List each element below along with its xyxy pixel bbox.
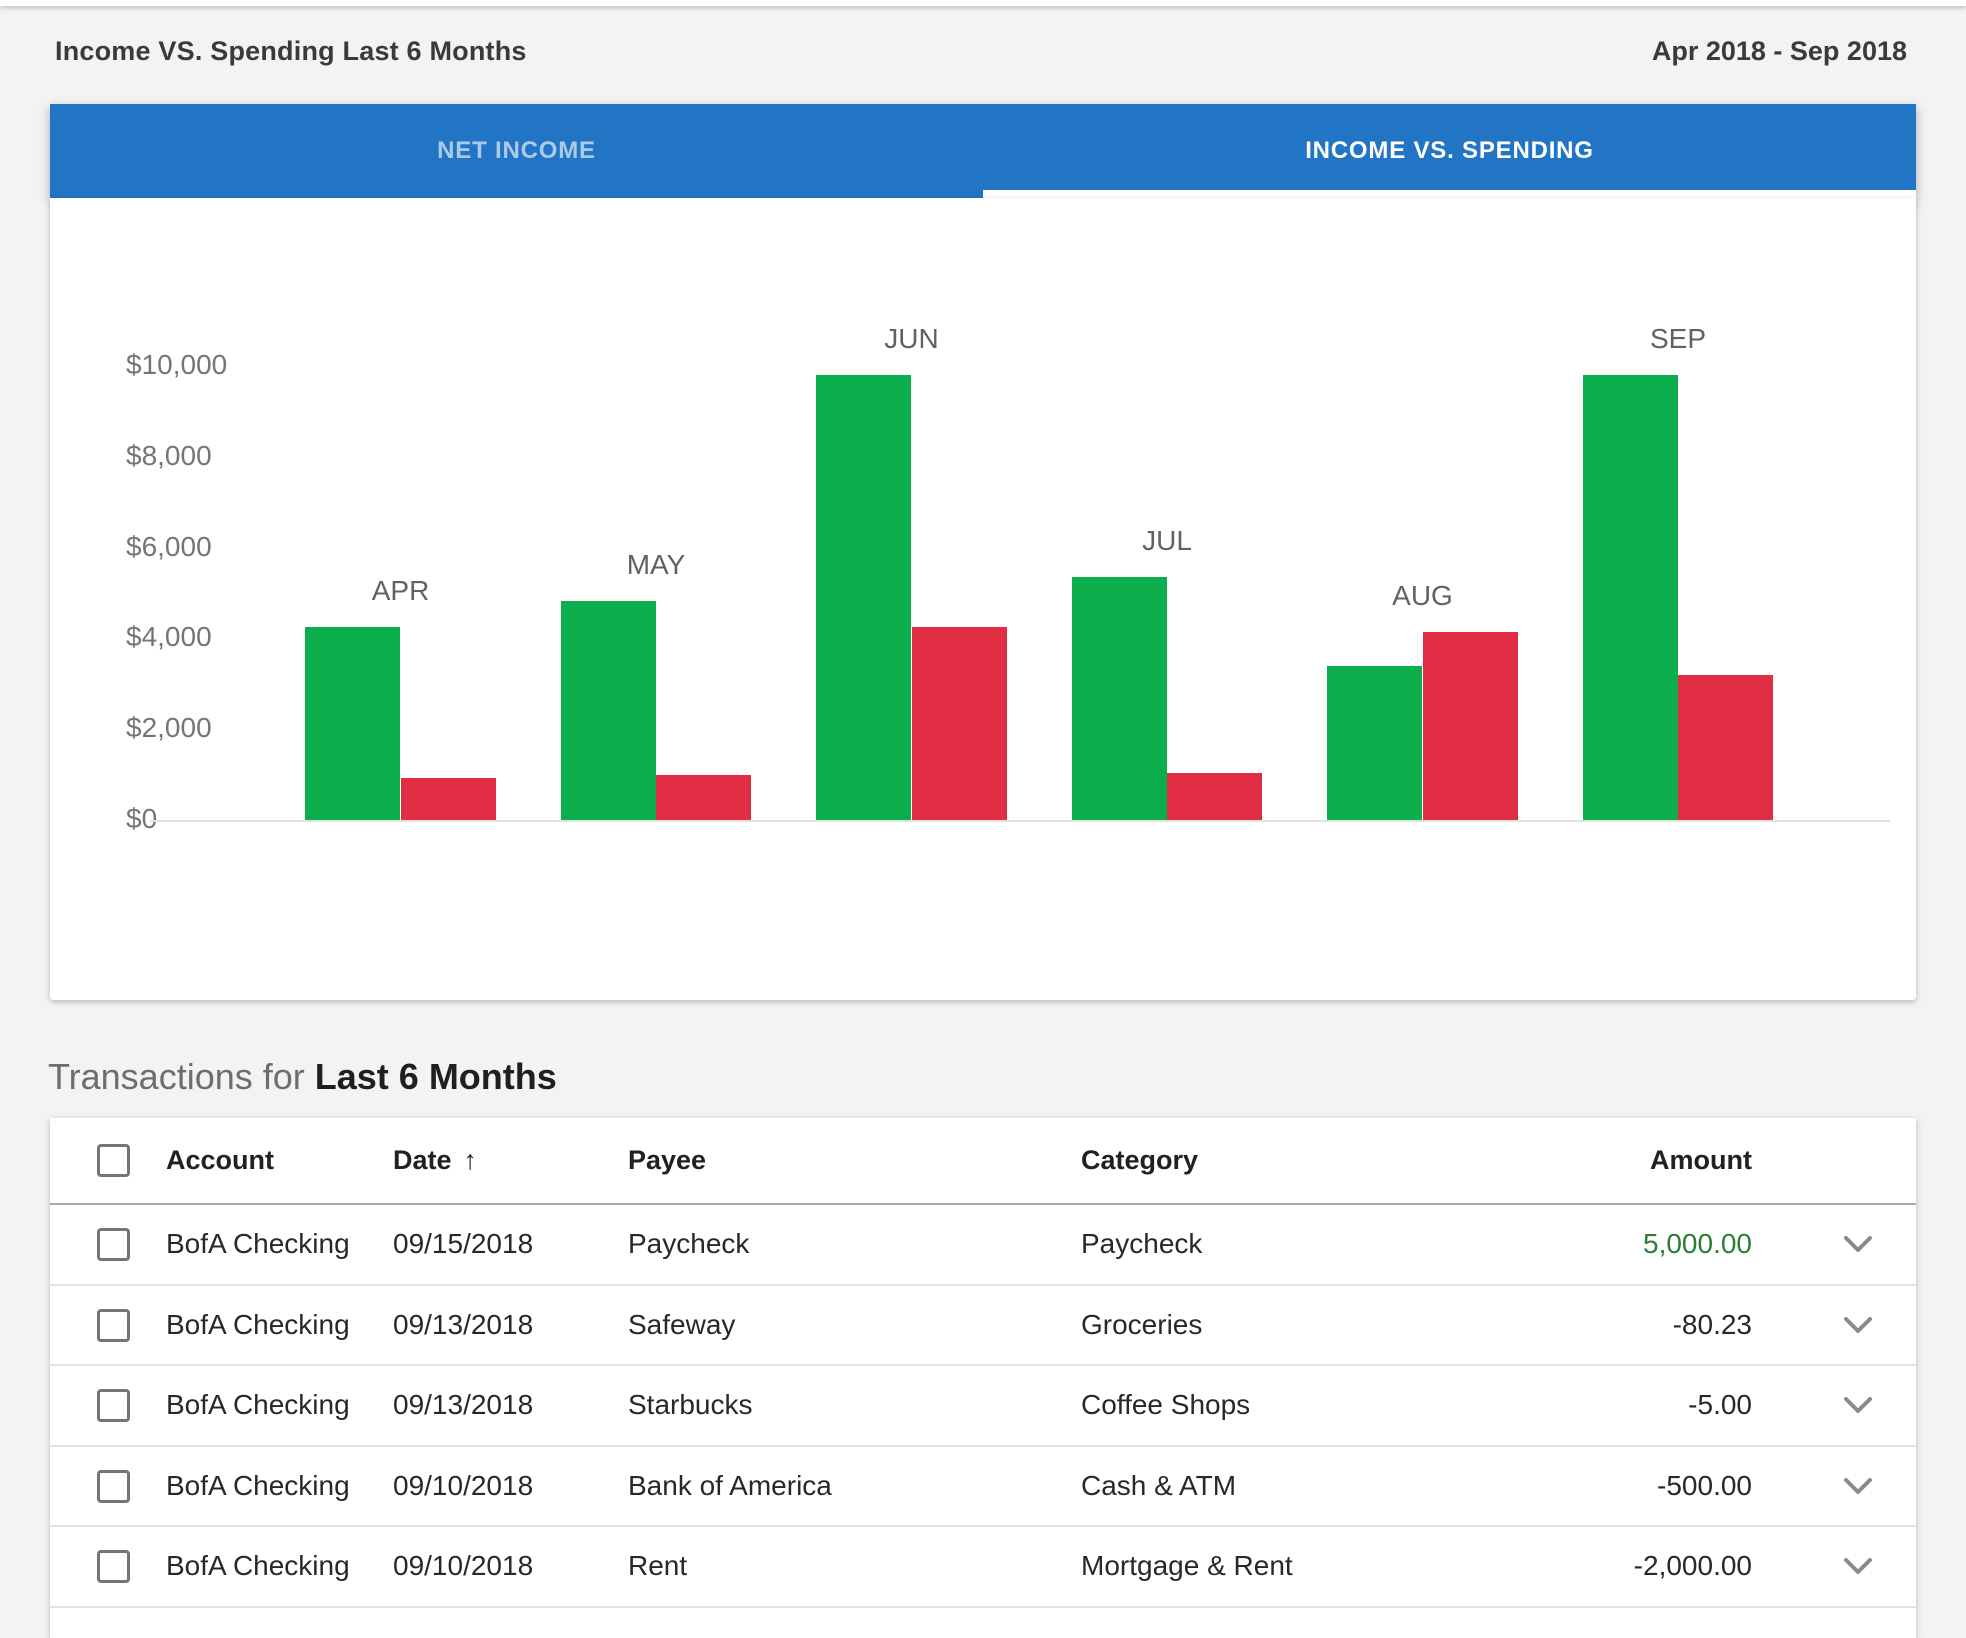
table-row[interactable]: BofA Checking 09/13/2018 Safeway Groceries -… (50, 1286, 1916, 1367)
cell-account: BofA Checking (166, 1286, 350, 1365)
bar-income-jul[interactable] (1072, 577, 1167, 820)
bar-spending-sep[interactable] (1678, 675, 1773, 820)
expand-chevron-icon[interactable] (1843, 1397, 1873, 1420)
tab-net-income[interactable]: NET INCOME (50, 104, 983, 198)
active-tab-indicator (983, 190, 1916, 198)
table-row[interactable]: BofA Checking 09/13/2018 Starbucks Coffee S… (50, 1366, 1916, 1447)
chart-tab-bar: NET INCOME INCOME VS. SPENDING (50, 104, 1916, 198)
column-header-date[interactable]: Date↑ (393, 1118, 477, 1203)
table-row[interactable]: BofA Checking 09/10/2018 Bank of America Ca… (50, 1447, 1916, 1528)
bar-income-may[interactable] (561, 601, 656, 820)
cell-payee: Safeway (628, 1286, 735, 1365)
cell-payee: Starbucks (628, 1366, 753, 1445)
cell-category: Mortgage & Rent (1081, 1527, 1293, 1606)
column-header-amount[interactable]: Amount (1650, 1118, 1752, 1203)
page-title: Income VS. Spending Last 6 Months (55, 36, 527, 67)
row-checkbox[interactable] (97, 1550, 130, 1583)
select-all-checkbox[interactable] (97, 1144, 130, 1177)
expand-chevron-icon[interactable] (1843, 1236, 1873, 1259)
top-app-bar-edge (0, 0, 1966, 6)
cell-account: BofA Checking (166, 1447, 350, 1526)
cell-amount: -5.00 (1688, 1366, 1752, 1445)
bar-spending-jul[interactable] (1167, 773, 1262, 820)
y-axis-tick-label: $0 (126, 804, 157, 834)
tab-net-income-label: NET INCOME (437, 137, 596, 165)
tab-income-vs-spending-label: INCOME VS. SPENDING (1305, 137, 1594, 165)
cell-account: BofA Checking (166, 1527, 350, 1606)
cell-amount: -80.23 (1673, 1286, 1752, 1365)
month-label-jun: JUN (884, 324, 938, 354)
cell-account: BofA Checking (166, 1205, 350, 1284)
cell-date: 09/10/2018 (393, 1527, 533, 1606)
cell-payee: Rent (628, 1527, 687, 1606)
bar-income-aug[interactable] (1327, 666, 1422, 820)
column-header-account[interactable]: Account (166, 1118, 274, 1203)
cell-account: BofA Checking (166, 1366, 350, 1445)
cell-category: Coffee Shops (1081, 1366, 1250, 1445)
expand-chevron-icon[interactable] (1843, 1478, 1873, 1501)
transactions-heading: Transactions for Last 6 Months (48, 1056, 557, 1098)
bar-spending-aug[interactable] (1423, 632, 1518, 820)
table-row[interactable]: BofA Checking 09/15/2018 Paycheck Paycheck 5… (50, 1205, 1916, 1286)
transactions-heading-range: Last 6 Months (315, 1056, 557, 1097)
column-header-payee[interactable]: Payee (628, 1118, 706, 1203)
cell-date: 09/15/2018 (393, 1205, 533, 1284)
bar-spending-may[interactable] (656, 775, 751, 820)
bar-income-sep[interactable] (1583, 375, 1678, 820)
y-axis-tick-label: $4,000 (126, 622, 212, 652)
income-vs-spending-chart: $0 $2,000 $4,000 $6,000 $8,000 $10,000 APR MAY J… (50, 198, 1916, 1000)
bar-spending-apr[interactable] (401, 778, 496, 820)
cell-amount: 5,000.00 (1643, 1205, 1752, 1284)
month-label-may: MAY (627, 550, 686, 580)
tab-income-vs-spending[interactable]: INCOME VS. SPENDING (983, 104, 1916, 198)
y-axis-tick-label: $10,000 (126, 350, 227, 380)
transactions-table: Account Date↑ Payee Category Amount BofA… (50, 1118, 1916, 1638)
cell-amount: -500.00 (1657, 1447, 1752, 1526)
row-checkbox[interactable] (97, 1309, 130, 1342)
bar-income-jun[interactable] (816, 375, 911, 820)
month-label-apr: APR (372, 576, 430, 606)
y-axis-tick-label: $8,000 (126, 441, 212, 471)
transactions-heading-prefix: Transactions for (48, 1056, 315, 1097)
cell-payee: Paycheck (628, 1205, 749, 1284)
column-header-category[interactable]: Category (1081, 1118, 1198, 1203)
transactions-table-header: Account Date↑ Payee Category Amount (50, 1118, 1916, 1205)
row-checkbox[interactable] (97, 1470, 130, 1503)
cell-category: Groceries (1081, 1286, 1202, 1365)
row-checkbox[interactable] (97, 1389, 130, 1422)
table-row[interactable]: BofA Checking 09/10/2018 Rent Mortgage & Re… (50, 1527, 1916, 1608)
month-label-jul: JUL (1142, 526, 1192, 556)
date-range-label: Apr 2018 - Sep 2018 (1652, 36, 1907, 67)
cell-category: Cash & ATM (1081, 1447, 1236, 1526)
month-label-sep: SEP (1650, 324, 1706, 354)
bar-income-apr[interactable] (305, 627, 400, 820)
row-checkbox[interactable] (97, 1228, 130, 1261)
cell-payee: Bank of America (628, 1447, 832, 1526)
x-axis-baseline (150, 820, 1890, 822)
bar-spending-jun[interactable] (912, 627, 1007, 820)
cell-date: 09/13/2018 (393, 1366, 533, 1445)
cell-date: 09/10/2018 (393, 1447, 533, 1526)
expand-chevron-icon[interactable] (1843, 1558, 1873, 1581)
cell-category: Paycheck (1081, 1205, 1202, 1284)
y-axis-tick-label: $6,000 (126, 532, 212, 562)
cell-amount: -2,000.00 (1634, 1527, 1752, 1606)
expand-chevron-icon[interactable] (1843, 1317, 1873, 1340)
sort-ascending-icon: ↑ (464, 1145, 478, 1175)
month-label-aug: AUG (1392, 581, 1453, 611)
cell-date: 09/13/2018 (393, 1286, 533, 1365)
y-axis-tick-label: $2,000 (126, 713, 212, 743)
